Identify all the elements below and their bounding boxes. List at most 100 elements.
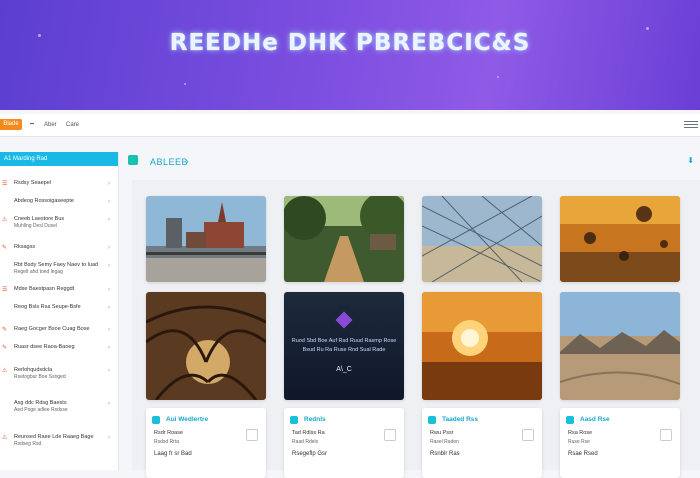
toolbar-separator [30, 123, 34, 124]
sidebar-item-icon: ☰ [2, 287, 8, 293]
info-card[interactable]: Aui Wedlertre Rsdr Roase Rsdsd Rrta Laag fr… [146, 408, 266, 478]
chevron-icon[interactable]: › [108, 401, 110, 407]
sidebar-item[interactable]: ☰ Rsdsy Seaepel › [0, 178, 118, 196]
sidebar-item-label: Abdeog Rossoigaseepte [14, 198, 74, 204]
sidebar-item-label: Rksagss [14, 244, 36, 250]
sidebar-item[interactable]: Reog Bsls Rsa Seupe-Bsfe › [0, 302, 118, 320]
info-card-line: Tad Rdlss Ra [292, 430, 325, 436]
sidebar-item-icon: ✎ [2, 345, 8, 351]
sidebar-item[interactable]: ✎ Rksagss › [0, 242, 118, 260]
sparkle-decoration [497, 76, 499, 78]
sidebar-item-sublabel: Aed Poge adlee Rsdsse [14, 407, 68, 413]
checkbox[interactable] [384, 429, 396, 441]
gallery-image-glowing-orb[interactable] [422, 292, 542, 400]
sidebar-item-label: Cneeb Laestore Bus [14, 216, 65, 222]
download-icon[interactable]: ⬇ [687, 156, 694, 165]
chevron-icon[interactable]: › [108, 245, 110, 251]
gallery-image-desert-mountains[interactable] [560, 292, 680, 400]
info-card-icon [152, 416, 160, 424]
section-title: ABLEEB [150, 157, 189, 167]
sidebar-item-sublabel: Muhllng Desl Dusel [14, 223, 58, 229]
sidebar-item-icon: ⚠ [2, 368, 8, 374]
info-card-title: Aasd Rse [580, 416, 610, 423]
sidebar-item-icon [2, 401, 8, 407]
sidebar-item-icon [2, 305, 8, 311]
chevron-icon[interactable]: › [108, 345, 110, 351]
sidebar-item[interactable]: ⚠ Cneeb Laestore Bus Muhllng Desl Dusel › [0, 214, 118, 232]
dark-panel-caption-secondary: Bsud Ru Ra Ruse Rnd Sual Rade [302, 347, 386, 353]
checkbox[interactable] [246, 429, 258, 441]
sidebar-item[interactable]: Rbt Bsdy Semy Faey Naev to luad Regelt ah… [0, 260, 118, 278]
info-card-line: Rsnblr Ras [430, 451, 460, 457]
info-card-line: Ruse Rse [568, 439, 590, 445]
info-card-title: Aui Wedlertre [166, 416, 209, 423]
gallery-image-city-river[interactable] [146, 196, 266, 282]
chevron-icon[interactable]: › [108, 199, 110, 205]
sparkle-decoration [184, 83, 186, 85]
sidebar-item-label: Rbt Bsdy Semy Faey Naev to luad [14, 262, 99, 268]
sidebar-item-label: Raeg Gocger Bsoe Cuag Bose [14, 326, 90, 332]
info-card-line: Rsdr Roase [154, 430, 184, 436]
info-card[interactable]: Aasd Rse Rsa Rose Ruse Rse Rsae Rsed [560, 408, 680, 478]
info-card-line: Rasel Raden [430, 439, 459, 445]
info-card-title: Taaded Rss [442, 416, 479, 423]
hero-banner: REEDHe DHK PBREBCIC&S [0, 0, 700, 110]
info-card[interactable]: Rednls Tad Rdlss Ra Raad Rdels Rsegeflp Gsr [284, 408, 404, 478]
chevron-icon[interactable]: › [108, 327, 110, 333]
info-card-line: Rsegeflp Gsr [292, 451, 328, 457]
gallery-image-orange-debris[interactable] [560, 196, 680, 282]
sidebar-item[interactable]: Abdeog Rossoigaseepte › [0, 196, 118, 214]
info-card-title: Rednls [304, 416, 326, 423]
sidebar-item[interactable]: ⚠ Rerlohqudsdcla Rsetogbur Boe Ssnged › [0, 365, 118, 383]
toolbar-link-aber[interactable]: Aber [44, 122, 57, 128]
top-toolbar: Blade Aber Care [0, 114, 700, 137]
info-card-line: Rsdsd Rrta [154, 439, 180, 445]
sidebar-header[interactable]: A1 Marding Rad [0, 152, 118, 166]
sidebar-item-label: Mdse Baestpasn Reggdt [14, 286, 75, 292]
info-card-icon [566, 416, 574, 424]
sidebar-item-label: Rerlohqudsdcla [14, 367, 53, 373]
sidebar-item-label: Reog Bsls Rsa Seupe-Bsfe [14, 304, 81, 310]
chevron-icon[interactable]: › [108, 287, 110, 293]
sidebar-item[interactable]: ✎ Raeg Gocger Bsoe Cuag Bose › [0, 324, 118, 342]
chevron-icon[interactable]: › [108, 435, 110, 441]
section-badge-icon [128, 155, 138, 165]
chevron-icon[interactable]: › [108, 305, 110, 311]
hamburger-menu-icon[interactable] [684, 121, 698, 129]
info-card-icon [428, 416, 436, 424]
toolbar-link-care[interactable]: Care [66, 122, 79, 128]
sidebar-item-label: Asg ddc Rdsg Baests [14, 400, 67, 406]
gallery-image-tree-roots[interactable] [146, 292, 266, 400]
checkbox[interactable] [522, 429, 534, 441]
blade-button[interactable]: Blade [0, 119, 22, 130]
chevron-icon[interactable]: › [108, 181, 110, 187]
sidebar-item[interactable]: ✎ Ruasr dsee Raoa-Baoeg › [0, 342, 118, 360]
sidebar-item-sublabel: Regelt ahd toed legag [14, 269, 63, 275]
sidebar-item-icon: ⚠ [2, 217, 8, 223]
info-card-line: Raad Rdels [292, 439, 319, 445]
sidebar-item-icon [2, 263, 8, 269]
gallery-image-wire-mesh[interactable] [422, 196, 542, 282]
sidebar-item-label: Reunsed Raee Lde Raaeg Bage [14, 434, 94, 440]
sidebar-item[interactable]: Asg ddc Rdsg Baests Aed Poge adlee Rsdsse… [0, 398, 118, 416]
info-card-line: Rwu Pssr [430, 430, 454, 436]
chevron-icon[interactable]: › [108, 217, 110, 223]
sidebar-item-label: Rsdsy Seaepel [14, 180, 51, 186]
gallery-image-dark-panel[interactable]: Ruod Sbd Boe Auf Rsd Ruud Rasmp Rose Bsu… [284, 292, 404, 400]
chevron-icon[interactable]: › [108, 368, 110, 374]
sidebar-item-icon: ⚠ [2, 435, 8, 441]
info-card-line: Rsa Rose [568, 430, 593, 436]
checkbox[interactable] [660, 429, 672, 441]
sidebar-item-icon: ☰ [2, 181, 8, 187]
info-card[interactable]: Taaded Rss Rwu Pssr Rasel Raden Rsnblr Ras [422, 408, 542, 478]
dark-panel-caption: Ruod Sbd Boe Auf Rsd Ruud Rasmp Rose [291, 338, 397, 344]
chevron-right-icon[interactable]: › [186, 157, 189, 166]
hero-title: REEDHe DHK PBREBCIC&S [169, 30, 531, 56]
info-card-icon [290, 416, 298, 424]
sidebar-item[interactable]: ☰ Mdse Baestpasn Reggdt › [0, 284, 118, 302]
info-card-line: Laag fr sr Bad [154, 451, 192, 457]
chevron-icon[interactable]: › [108, 263, 110, 269]
sidebar-item[interactable]: ⚠ Reunsed Raee Lde Raaeg Bage Rsdseg Rsd › [0, 432, 118, 450]
gallery-image-forest-path[interactable] [284, 196, 404, 282]
sidebar: A1 Marding Rad ☰ Rsdsy Seaepel › Abdeog Ros… [0, 152, 119, 470]
